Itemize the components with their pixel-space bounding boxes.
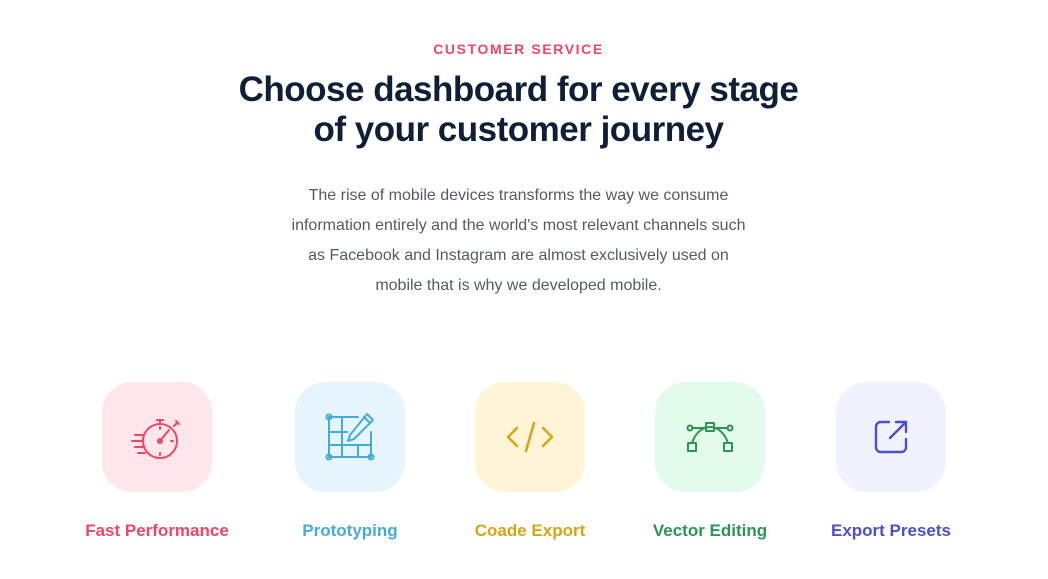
feature-fast-performance[interactable]: Fast Performance [47, 382, 267, 542]
stopwatch-icon [131, 419, 180, 459]
section-title-line-1: Choose dashboard for every stage [238, 70, 799, 109]
section-title: Choose dashboard for every stage of your… [0, 70, 1037, 150]
features-section: CUSTOMER SERVICE Choose dashboard for ev… [0, 0, 1048, 579]
feature-label-fast-performance[interactable]: Fast Performance [47, 520, 267, 542]
section-title-line-2: of your customer journey [313, 110, 724, 149]
code-icon [506, 421, 554, 453]
section-eyebrow: CUSTOMER SERVICE [433, 41, 604, 57]
vector-curve-icon [686, 422, 734, 452]
description-line-1: The rise of mobile devices transforms th… [308, 187, 729, 204]
prototype-pen-icon [325, 413, 375, 461]
feature-tile-vector-editing[interactable] [655, 382, 765, 492]
feature-tile-code-export[interactable] [475, 382, 585, 492]
description-line-2: information entirely and the world's mos… [291, 217, 746, 234]
section-description: The rise of mobile devices transforms th… [0, 181, 1037, 301]
feature-tile-export-presets[interactable] [836, 382, 946, 492]
feature-export-presets[interactable]: Export Presets [781, 382, 1001, 542]
description-line-3: as Facebook and Instagram are almost exc… [308, 247, 729, 264]
feature-label-export-presets[interactable]: Export Presets [781, 520, 1001, 542]
feature-tile-prototyping[interactable] [295, 382, 405, 492]
external-link-icon [874, 420, 908, 454]
description-line-4: mobile that is why we developed mobile. [375, 277, 662, 294]
feature-tile-fast-performance[interactable] [102, 382, 212, 492]
